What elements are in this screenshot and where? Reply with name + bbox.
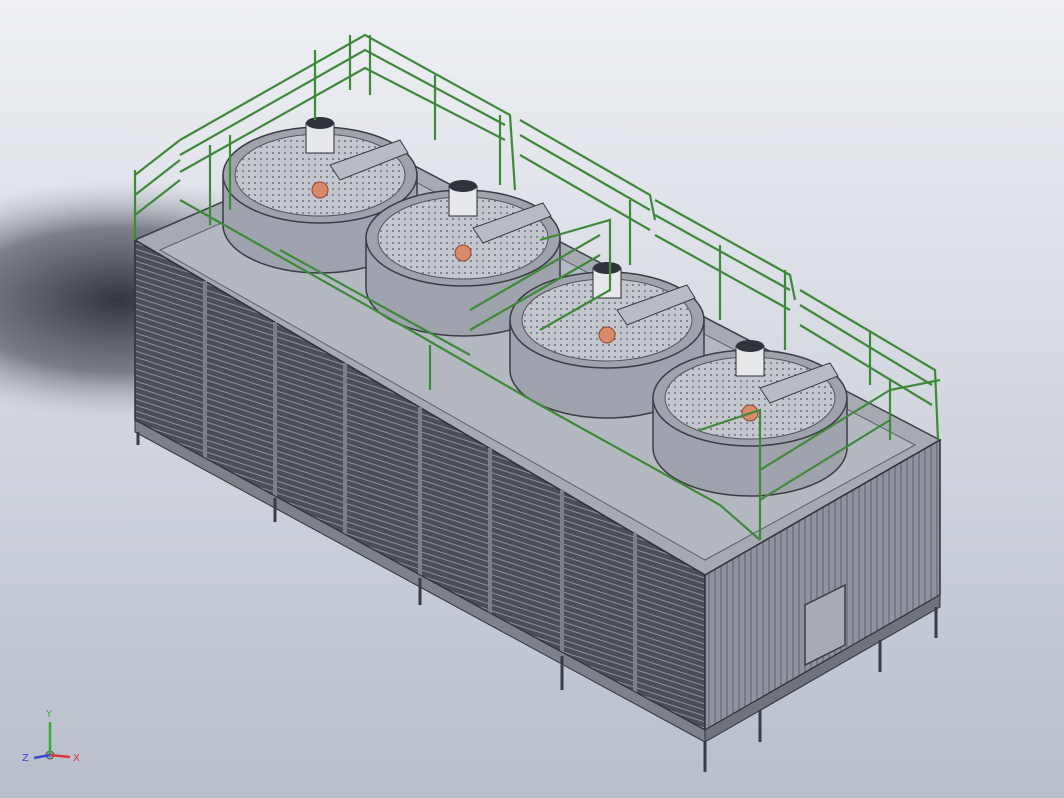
motor-cap [593,262,621,274]
fan-hub [454,244,472,262]
z-axis-label: Z [22,753,29,764]
fan-hub [598,326,616,344]
motor-cap [736,340,764,352]
fan-stack [652,340,848,497]
motor-cap [449,180,477,192]
cad-viewport[interactable]: X Y Z [0,0,1064,798]
y-axis-label: Y [45,709,53,720]
cooling-tower-model[interactable]: X Y Z [0,0,1064,798]
axis-triad[interactable]: X Y Z [22,709,80,764]
x-axis-label: X [73,753,80,764]
motor-cap [306,117,334,129]
fan-hub [311,181,329,199]
